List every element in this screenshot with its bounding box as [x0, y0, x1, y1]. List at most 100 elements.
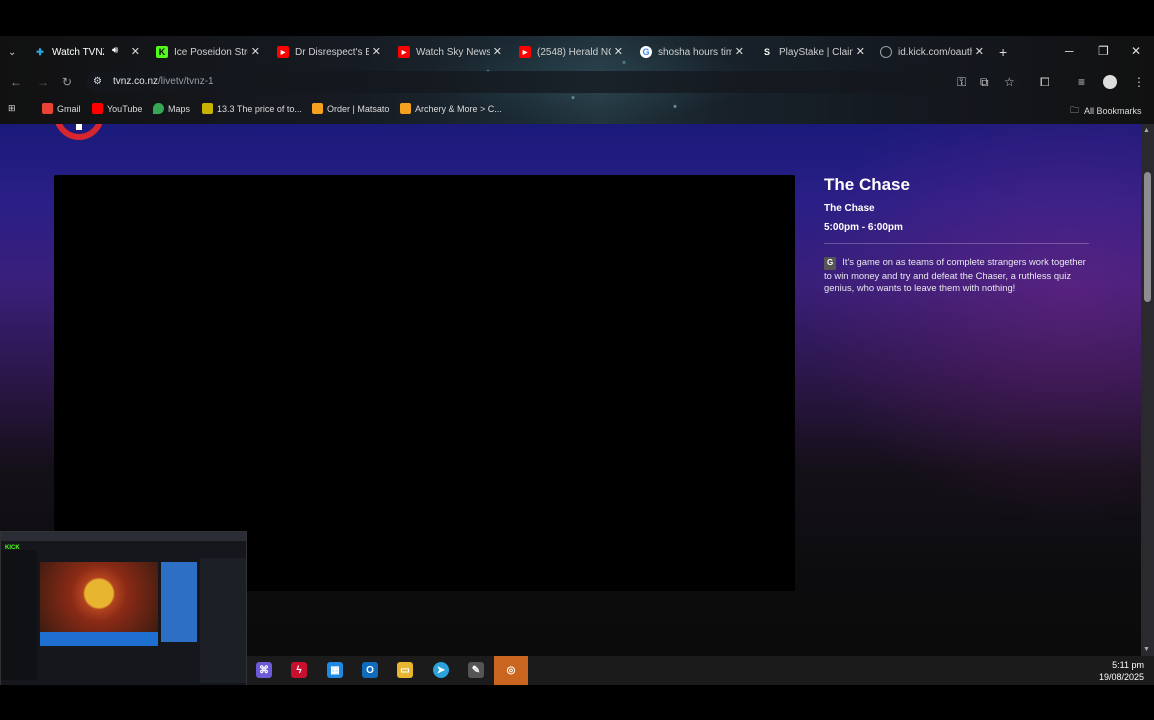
- folder-icon: 🗀: [1070, 105, 1080, 115]
- close-icon[interactable]: ✕: [975, 45, 984, 58]
- reload-button[interactable]: ↻: [62, 75, 72, 89]
- media-control-icon[interactable]: ≡: [1078, 75, 1085, 89]
- maps-icon: [153, 103, 164, 114]
- program-title: The Chase: [824, 175, 910, 194]
- program-info: The Chase The Chase 5:00pm - 6:00pm G It'…: [824, 175, 1089, 295]
- tab-title: (2548) Herald NOW: [537, 46, 611, 58]
- install-app-icon[interactable]: ⧉: [980, 75, 989, 90]
- bookmark-favicon: [202, 103, 213, 114]
- address-bar[interactable]: [86, 71, 1021, 93]
- thumbnail-panel: [161, 562, 197, 642]
- globe-icon: [880, 46, 892, 58]
- program-description-block: G It's game on as teams of complete stran…: [824, 256, 1089, 295]
- bookmark-label: 13.3 The price of to...: [217, 103, 302, 114]
- youtube-icon: ▶: [277, 46, 289, 58]
- bookmark-label: Archery & More > C...: [415, 103, 502, 114]
- extensions-icon[interactable]: ⧠: [1040, 75, 1050, 90]
- tab-title: Watch Sky News: [416, 46, 490, 58]
- gmail-icon: [42, 103, 53, 114]
- profile-avatar[interactable]: [1103, 75, 1117, 89]
- url-text[interactable]: tvnz.co.nz/livetv/tvnz-1: [113, 76, 214, 87]
- pen-app-icon[interactable]: ✎: [468, 662, 484, 678]
- bottom-margin: [0, 685, 1154, 720]
- thumbnail-sidebar: [1, 550, 37, 680]
- steam-icon[interactable]: ◎: [494, 656, 528, 685]
- system-clock[interactable]: 5:11 pm 19/08/2025: [1099, 659, 1144, 683]
- thumbnail-brand: KICK: [5, 545, 20, 551]
- site-info-icon[interactable]: ⚙: [93, 76, 102, 87]
- tab-strip: ⌄ ✚ Watch TVNZ 1 🔊︎ ✕ K Ice Poseidon Str…: [0, 40, 1154, 64]
- telegram-icon[interactable]: ➤: [433, 662, 449, 678]
- url-path: /livetv/tvnz-1: [158, 76, 214, 87]
- minimize-button[interactable]: ─: [1065, 44, 1074, 58]
- tab-title: id.kick.com/oauth: [898, 46, 972, 58]
- tab-title: Watch TVNZ 1: [52, 46, 104, 58]
- clock-date: 19/08/2025: [1098, 672, 1144, 682]
- outlook-icon[interactable]: O: [362, 662, 378, 678]
- tab-kick-oauth[interactable]: id.kick.com/oauth ✕: [880, 40, 984, 64]
- program-subtitle: The Chase: [824, 203, 875, 214]
- tab-google-search[interactable]: G shosha hours time ✕: [640, 40, 744, 64]
- new-tab-button[interactable]: +: [999, 40, 1007, 64]
- tvnz-logo[interactable]: [54, 124, 110, 146]
- tab-youtube-drdisrespect[interactable]: ▶ Dr Disrespect's BI ✕: [277, 40, 381, 64]
- close-icon[interactable]: ✕: [856, 45, 865, 58]
- key-icon[interactable]: ⚿: [957, 75, 966, 90]
- bookmark-maps[interactable]: Maps: [153, 103, 190, 114]
- clock-time: 5:11 pm: [1112, 660, 1144, 670]
- scrollbar-thumb[interactable]: [1144, 172, 1151, 302]
- tab-playstake[interactable]: S PlayStake | Claim ✕: [761, 40, 865, 64]
- google-icon: G: [640, 46, 652, 58]
- url-domain: tvnz.co.nz: [113, 76, 159, 87]
- bookmark-youtube[interactable]: YouTube: [92, 103, 142, 114]
- speaker-icon[interactable]: 🔊︎: [112, 45, 118, 56]
- bookmark-label: Order | Matsato: [327, 103, 390, 114]
- lightning-app-icon[interactable]: ϟ: [291, 662, 307, 678]
- close-icon[interactable]: ✕: [493, 45, 502, 58]
- menu-icon[interactable]: ⋮: [1133, 75, 1145, 89]
- video-player[interactable]: [54, 175, 795, 591]
- kick-icon: K: [156, 46, 168, 58]
- scroll-down-icon[interactable]: ▼: [1143, 646, 1150, 653]
- file-explorer-icon[interactable]: ▭: [397, 662, 413, 678]
- tab-title: shosha hours time: [658, 46, 732, 58]
- youtube-icon: ▶: [519, 46, 531, 58]
- tab-search-button[interactable]: ⌄: [8, 40, 16, 64]
- bookmark-label: Maps: [168, 103, 191, 114]
- bookmark-archery[interactable]: Archery & More > C...: [400, 103, 502, 114]
- close-icon[interactable]: ✕: [372, 45, 381, 58]
- restore-button[interactable]: ❐: [1098, 44, 1109, 58]
- thumbnail-stream-video: [40, 562, 158, 632]
- logo-dot: [76, 124, 82, 130]
- close-icon[interactable]: ✕: [614, 45, 623, 58]
- thumbnail-banner: [40, 632, 158, 646]
- chevron-down-icon: ⌄: [8, 46, 17, 58]
- bookmark-gmail[interactable]: Gmail: [42, 103, 81, 114]
- apps-icon[interactable]: ⊞: [8, 103, 16, 114]
- bookmark-matsato[interactable]: Order | Matsato: [312, 103, 389, 114]
- store-icon[interactable]: ▦: [327, 662, 343, 678]
- playstake-icon: S: [763, 47, 770, 57]
- bookmark-price[interactable]: 13.3 The price of to...: [202, 103, 302, 114]
- tab-tvnz[interactable]: ✚ Watch TVNZ 1 🔊︎ ✕: [34, 40, 140, 64]
- app-icon[interactable]: ⌘: [256, 662, 272, 678]
- bookmark-label: YouTube: [107, 103, 143, 114]
- tab-kick[interactable]: K Ice Poseidon Stream ✕: [156, 40, 260, 64]
- close-icon[interactable]: ✕: [735, 45, 744, 58]
- tab-youtube-herald[interactable]: ▶ (2548) Herald NOW ✕: [519, 40, 623, 64]
- window-preview-thumbnail[interactable]: KICK: [0, 531, 247, 686]
- forward-button[interactable]: →: [37, 75, 49, 89]
- star-icon[interactable]: ☆: [1004, 75, 1015, 89]
- all-bookmarks[interactable]: 🗀 All Bookmarks: [1070, 103, 1142, 119]
- archery-icon: [400, 103, 411, 114]
- youtube-icon: ▶: [398, 46, 410, 58]
- tab-youtube-skynews[interactable]: ▶ Watch Sky News ✕: [398, 40, 502, 64]
- matsato-icon: [312, 103, 323, 114]
- close-icon[interactable]: ✕: [131, 45, 140, 58]
- all-bookmarks-label: All Bookmarks: [1084, 106, 1142, 116]
- close-window-button[interactable]: ✕: [1131, 44, 1141, 58]
- close-icon[interactable]: ✕: [251, 45, 260, 58]
- scroll-up-icon[interactable]: ▲: [1143, 127, 1150, 134]
- back-button[interactable]: ←: [10, 75, 22, 89]
- tvnz-icon: ✚: [36, 46, 44, 57]
